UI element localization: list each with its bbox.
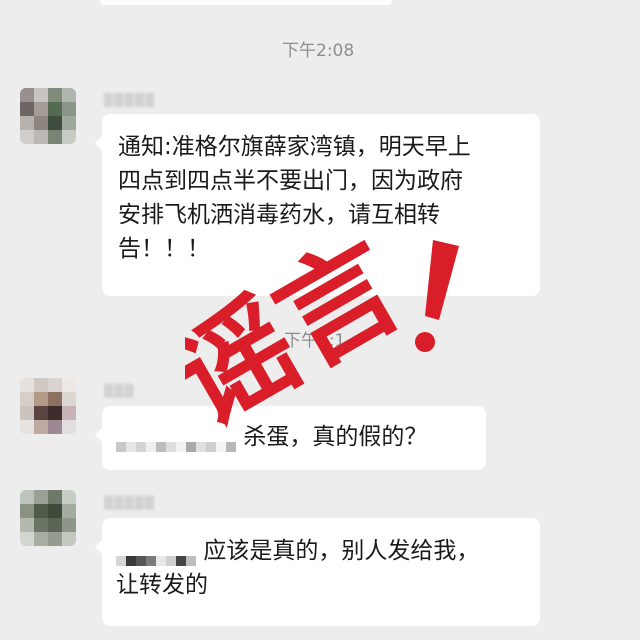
- avatar[interactable]: [20, 490, 76, 546]
- rumor-stamp: 谣言: [185, 238, 485, 458]
- message-line: 安排飞机洒消毒药水，请互相转: [118, 202, 440, 228]
- timestamp: 下午2:08: [282, 41, 355, 61]
- message-line: 让转发的: [116, 572, 208, 598]
- sender-name-blurred: ▒▒▒▒▒: [104, 496, 156, 510]
- redacted-text: [116, 542, 196, 566]
- stamp-text: 谣言: [185, 238, 423, 452]
- message-bubble[interactable]: 应该是真的，别人发给我， 让转发的: [95, 518, 540, 626]
- avatar[interactable]: [20, 88, 76, 144]
- exclamation-icon: [415, 240, 459, 352]
- message-line: 通知:准格尔旗薛家湾镇，明天早上: [118, 134, 471, 160]
- sender-name-blurred: ▒▒▒: [104, 384, 135, 398]
- previous-message-edge: [100, 0, 392, 5]
- sender-name-blurred: ▒▒▒▒▒: [104, 93, 156, 107]
- avatar[interactable]: [20, 378, 76, 434]
- message-text: 应该是真的，别人发给我，: [203, 538, 480, 564]
- message-line: 四点到四点半不要出门，因为政府: [118, 168, 463, 194]
